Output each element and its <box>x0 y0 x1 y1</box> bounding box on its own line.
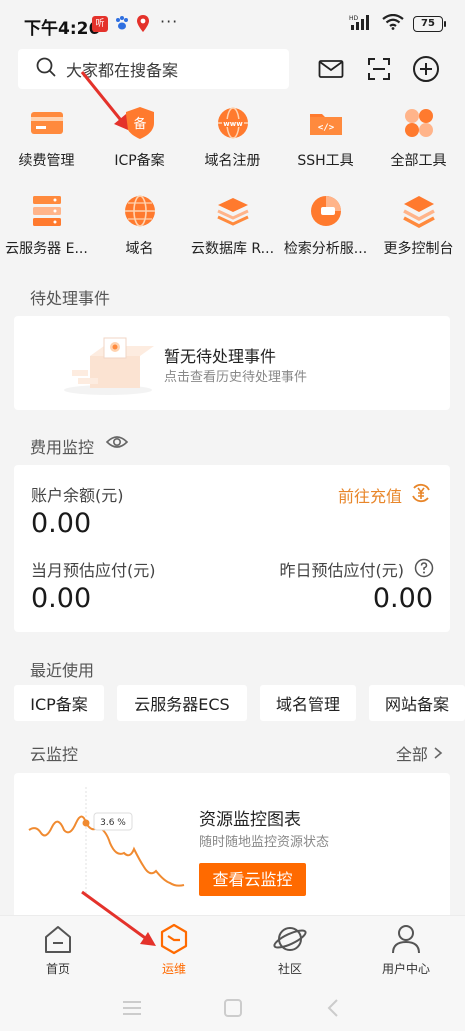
tool-renew[interactable]: 续费管理 <box>0 104 93 170</box>
tool-label: ICP备案 <box>114 153 165 169</box>
paw-icon <box>114 15 130 37</box>
search-placeholder: 大家都在搜备案 <box>66 61 179 80</box>
yesterday-label: 昨日预估应付(元) <box>279 561 405 580</box>
tool-label: 域名 <box>125 241 154 257</box>
fee-card: 账户余额(元) 0.00 前往充值 当月预估应付(元) 0.00 昨日预估应付(… <box>14 465 450 632</box>
monitor-card: 3.6 % 资源监控图表 随时随地监控资源状态 查看云监控 <box>14 773 450 923</box>
tool-icp[interactable]: 备 ICP备案 <box>93 104 186 170</box>
view-monitor-button[interactable]: 查看云监控 <box>199 863 306 896</box>
search-icon <box>36 57 56 81</box>
recent-section-title: 最近使用 <box>30 661 95 680</box>
tool-label: 全部工具 <box>390 153 447 169</box>
empty-box-illustration <box>60 330 156 400</box>
community-icon <box>273 922 307 956</box>
fee-section-title: 费用监控 <box>30 438 95 457</box>
tool-label: 云数据库 R... <box>190 241 275 257</box>
topup-label: 前往充值 <box>337 487 402 506</box>
monitor-subtitle: 随时随地监控资源状态 <box>199 835 330 850</box>
tab-label: 首页 <box>45 962 70 976</box>
home-nav-icon[interactable] <box>221 996 245 1020</box>
app-notification-icon: 听 <box>92 16 108 32</box>
system-navbar <box>0 985 465 1031</box>
mail-icon[interactable] <box>316 54 346 84</box>
all-label: 全部 <box>395 745 428 764</box>
all-tools-icon <box>400 104 438 142</box>
menu-nav-icon[interactable] <box>120 996 144 1020</box>
monitor-trend-graphic: 3.6 % <box>26 785 191 914</box>
tab-label: 社区 <box>277 962 302 976</box>
tab-label: 用户中心 <box>381 962 430 976</box>
help-icon[interactable] <box>414 558 434 582</box>
tab-home[interactable]: 首页 <box>0 922 116 977</box>
recent-item[interactable]: 域名管理 <box>260 685 356 721</box>
ssh-icon: </> <box>307 104 345 142</box>
topup-button[interactable]: 前往充值 <box>338 482 432 508</box>
tool-search-analysis[interactable]: 检索分析服... <box>279 192 372 258</box>
search-analysis-icon <box>307 192 345 230</box>
tool-rds[interactable]: 云数据库 R... <box>186 192 279 258</box>
pending-card[interactable]: 暂无待处理事件 点击查看历史待处理事件 <box>14 316 450 410</box>
wifi-icon <box>382 13 404 34</box>
more-notifications-icon: ··· <box>160 12 179 31</box>
balance-value: 0.00 <box>31 508 92 539</box>
tool-label: 续费管理 <box>18 153 75 169</box>
tab-user-center[interactable]: 用户中心 <box>348 922 464 977</box>
recent-item[interactable]: ICP备案 <box>14 685 104 721</box>
tool-ecs[interactable]: 云服务器 E... <box>0 192 93 258</box>
icp-icon: 备 <box>121 104 159 142</box>
balance-label: 账户余额(元) <box>31 486 124 505</box>
pending-title: 暂无待处理事件 <box>164 347 277 366</box>
tool-label: SSH工具 <box>297 153 354 169</box>
month-value: 0.00 <box>31 583 92 614</box>
renew-icon <box>28 104 66 142</box>
status-time: 下午4:26 <box>24 19 101 39</box>
add-icon[interactable] <box>411 54 441 84</box>
bottom-tabbar: 首页 运维 社区 用户中心 <box>0 915 465 985</box>
tool-all[interactable]: 全部工具 <box>372 104 465 170</box>
tab-label: 运维 <box>161 962 186 976</box>
svg-text:HD: HD <box>349 15 359 22</box>
tab-community[interactable]: 社区 <box>232 922 348 977</box>
monitor-all-link[interactable]: 全部 <box>396 741 443 765</box>
tool-more-console[interactable]: 更多控制台 <box>372 192 465 258</box>
monitor-tooltip: 3.6 % <box>100 818 126 828</box>
tool-domain[interactable]: 域名 <box>93 192 186 258</box>
location-icon <box>136 14 150 38</box>
tool-label: 更多控制台 <box>383 241 454 257</box>
tool-ssh[interactable]: </> SSH工具 <box>279 104 372 170</box>
pending-subtitle[interactable]: 点击查看历史待处理事件 <box>164 366 307 385</box>
yuan-refresh-icon <box>410 482 432 508</box>
tool-label: 域名注册 <box>204 153 261 169</box>
tool-label: 检索分析服... <box>283 241 368 257</box>
signal-icon: HD <box>349 14 373 34</box>
domain-icon <box>121 192 159 230</box>
recent-item[interactable]: 网站备案 <box>369 685 465 721</box>
tab-ops[interactable]: 运维 <box>116 922 232 977</box>
svg-text:备: 备 <box>133 116 146 132</box>
search-input[interactable]: 大家都在搜备案 <box>18 49 289 89</box>
tool-domain-register[interactable]: www 域名注册 <box>186 104 279 170</box>
tool-label: 云服务器 E... <box>5 241 88 257</box>
domain-register-icon: www <box>214 104 252 142</box>
pending-section-title: 待处理事件 <box>30 289 111 308</box>
more-console-icon <box>400 192 438 230</box>
status-bar: 下午4:26 听 ··· HD 75 <box>0 0 465 48</box>
back-nav-icon[interactable] <box>322 996 346 1020</box>
battery-icon: 75 <box>413 16 446 32</box>
ops-icon <box>157 922 191 956</box>
svg-text:www: www <box>223 120 243 128</box>
monitor-title: 资源监控图表 <box>199 810 301 830</box>
recent-item[interactable]: 云服务器ECS <box>117 685 247 721</box>
user-icon <box>389 922 423 956</box>
yesterday-value: 0.00 <box>372 583 433 614</box>
month-label: 当月预估应付(元) <box>31 561 156 580</box>
svg-text:</>: </> <box>317 123 334 133</box>
home-icon <box>41 922 75 956</box>
monitor-section-title: 云监控 <box>30 745 79 764</box>
rds-icon <box>214 192 252 230</box>
eye-icon[interactable] <box>105 433 129 455</box>
ecs-icon <box>28 192 66 230</box>
chevron-right-icon <box>433 745 443 764</box>
scan-icon[interactable] <box>364 54 394 84</box>
